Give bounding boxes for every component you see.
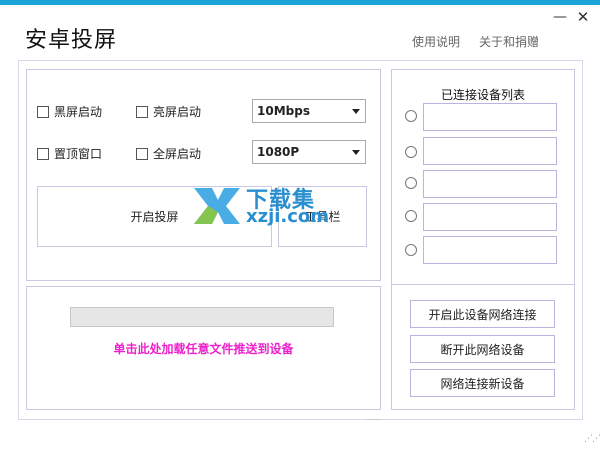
resolution-select[interactable]: 1080P	[252, 140, 366, 164]
help-link[interactable]: 使用说明	[412, 33, 460, 50]
device-radio-2[interactable]	[405, 146, 417, 158]
device-list-title: 已连接设备列表	[440, 88, 525, 102]
device-slot-1[interactable]	[423, 103, 557, 131]
checkbox-label: 全屏启动	[153, 147, 202, 161]
device-radio-3[interactable]	[405, 177, 417, 189]
push-progress-bar	[70, 307, 334, 327]
fullscreen-start-checkbox[interactable]: 全屏启动	[136, 145, 201, 162]
device-radio-4[interactable]	[405, 210, 417, 222]
device-panel-divider	[391, 284, 575, 285]
bright-screen-start-checkbox[interactable]: 亮屏启动	[136, 103, 201, 120]
title-accent-bar	[0, 0, 600, 5]
minimize-button[interactable]: —	[550, 8, 570, 26]
connect-new-network-device-button[interactable]: 网络连接新设备	[410, 369, 555, 397]
bottom-splitter-mark	[366, 419, 382, 422]
resolution-value: 1080P	[257, 145, 300, 159]
checkbox-box	[136, 147, 148, 160]
device-slot-5[interactable]	[423, 236, 557, 264]
device-radio-5[interactable]	[405, 244, 417, 256]
toolbar-button[interactable]: 工具栏	[278, 186, 367, 247]
about-donate-link[interactable]: 关于和捐赠	[479, 33, 539, 50]
resize-grip-icon[interactable]: ⋰⋰	[584, 435, 600, 444]
topmost-window-checkbox[interactable]: 置顶窗口	[37, 145, 102, 162]
checkbox-label: 亮屏启动	[153, 105, 202, 119]
start-cast-button[interactable]: 开启投屏	[37, 186, 272, 247]
push-file-link[interactable]: 单击此处加载任意文件推送到设备	[30, 340, 377, 357]
disconnect-network-device-button[interactable]: 断开此网络设备	[410, 335, 555, 363]
device-slot-4[interactable]	[423, 203, 557, 231]
checkbox-box	[136, 105, 148, 118]
bitrate-value: 10Mbps	[257, 104, 310, 118]
device-slot-3[interactable]	[423, 170, 557, 198]
black-screen-start-checkbox[interactable]: 黑屏启动	[37, 103, 102, 120]
app-title: 安卓投屏	[25, 28, 118, 53]
dropdown-arrow-icon	[352, 109, 360, 114]
checkbox-box	[37, 105, 49, 118]
checkbox-label: 黑屏启动	[54, 105, 103, 119]
device-radio-1[interactable]	[405, 110, 417, 122]
dropdown-arrow-icon	[352, 150, 360, 155]
device-slot-2[interactable]	[423, 137, 557, 165]
checkbox-label: 置顶窗口	[54, 147, 103, 161]
open-network-connection-button[interactable]: 开启此设备网络连接	[410, 300, 555, 328]
checkbox-box	[37, 147, 49, 160]
bitrate-select[interactable]: 10Mbps	[252, 99, 366, 123]
close-button[interactable]: ✕	[573, 8, 593, 26]
